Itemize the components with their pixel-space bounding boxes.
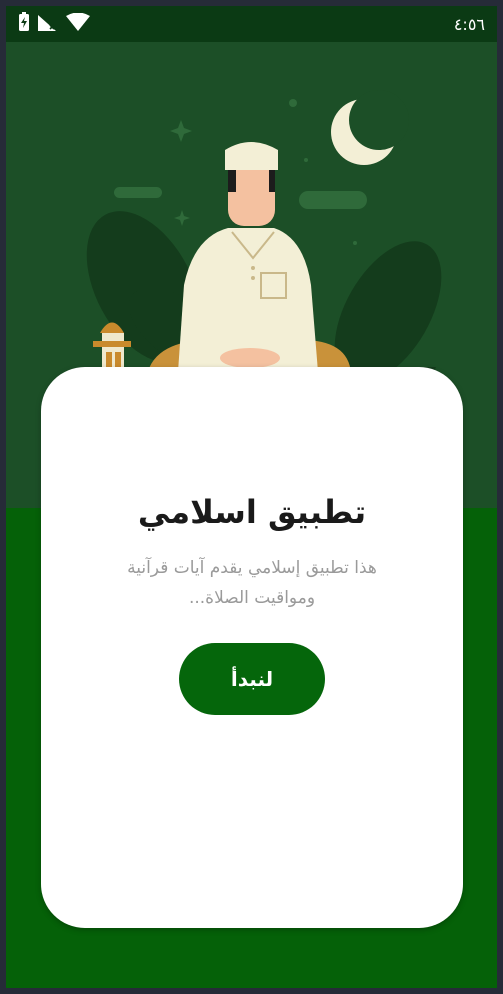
app-description: هذا تطبيق إسلامي يقدم آيات قرآنية ومواقي… <box>127 558 377 608</box>
hair-shape <box>228 168 236 192</box>
status-time: ٤:٥٦ <box>453 14 485 34</box>
app-title: تطبيق اسلامي <box>137 493 367 531</box>
battery-charging-icon <box>18 12 30 36</box>
cap-shape <box>225 142 278 170</box>
welcome-card: تطبيق اسلامي هذا تطبيق إسلامي يقدم آيات … <box>41 367 463 928</box>
cloud-shape <box>299 191 367 209</box>
status-bar: ٤:٥٦ <box>6 6 497 42</box>
app-screen: ٤:٥٦ تطبيق اسلامي هذا تطبيق إسلامي يقدم … <box>6 6 497 988</box>
hands-shape <box>220 348 280 368</box>
wifi-icon <box>66 12 90 35</box>
device-frame: ٤:٥٦ تطبيق اسلامي هذا تطبيق إسلامي يقدم … <box>0 0 503 994</box>
start-button[interactable]: لنبدأ <box>179 643 325 715</box>
signal-icon <box>38 13 58 35</box>
cloud-shape <box>114 187 162 198</box>
status-icons <box>18 12 90 36</box>
crescent-moon-icon <box>331 90 409 165</box>
